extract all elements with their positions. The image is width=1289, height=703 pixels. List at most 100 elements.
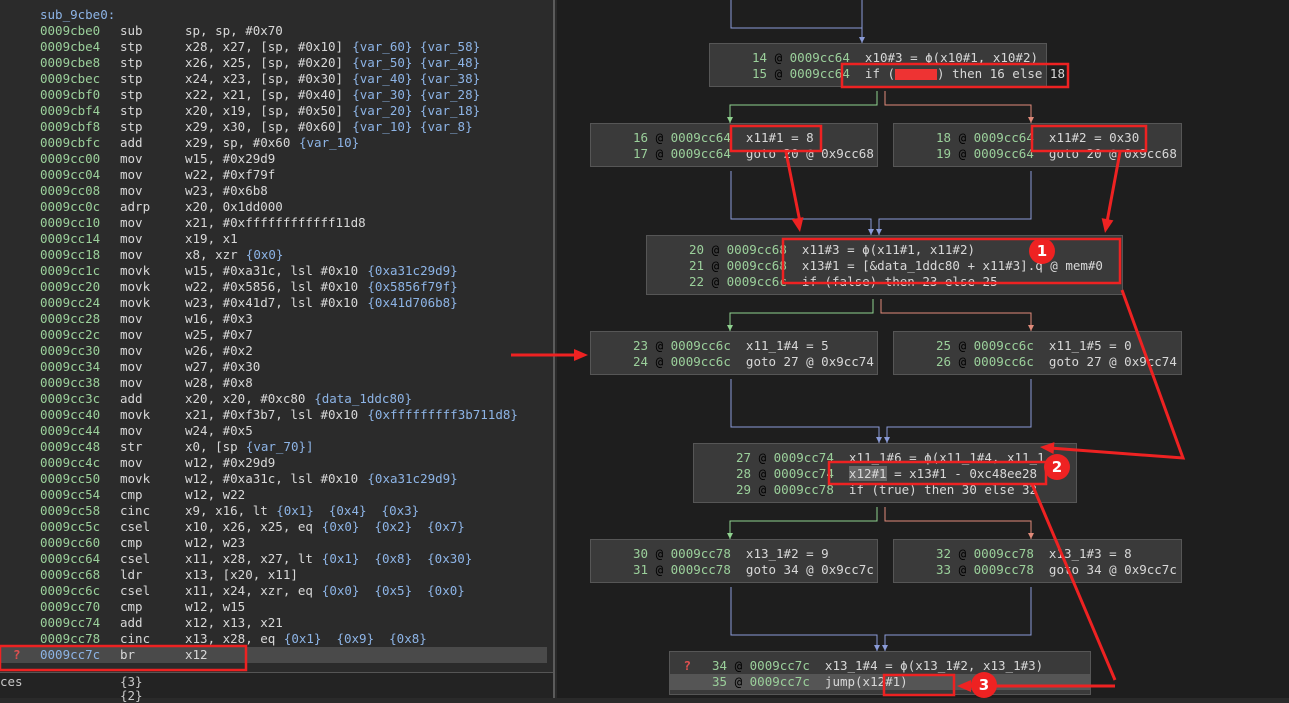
graph-edge-false	[884, 91, 1032, 123]
graph-node-n34[interactable]: ? 34 @ 0009cc7c x13_1#4 = ϕ(x13_1#2, x13_…	[669, 651, 1091, 695]
instruction-address: 0009cc2c	[40, 327, 101, 342]
instruction-annotation: {var_10}	[299, 135, 360, 150]
graph-edge-unconditional	[878, 171, 1032, 235]
il-code: x13_1#4 = ϕ(x13_1#2, x13_1#3)	[824, 658, 1044, 673]
graph-edge-true	[729, 507, 878, 539]
instruction-address: 0009cbf4	[40, 103, 101, 118]
il-index: 25	[936, 338, 952, 353]
instruction-mnemonic: mov	[120, 183, 143, 198]
graph-view[interactable]: 14 @ 0009cc64 x10#3 = ϕ(x10#1, x10#2) 15 …	[557, 0, 1289, 698]
il-index: 17	[633, 146, 649, 161]
instruction-address: 0009cc34	[40, 359, 101, 374]
instruction-mnemonic: csel	[120, 519, 151, 534]
instruction-operands: x26, x25, [sp, #0x20]	[185, 55, 344, 70]
instruction-operands: w15, #0x29d9	[185, 151, 276, 166]
il-row[interactable]: 29 @ 0009cc78 if (true) then 30 else 32	[694, 482, 1076, 498]
instruction-address: 0009cc50	[40, 471, 101, 486]
graph-edge-unconditional	[730, 171, 872, 235]
instruction-address: 0009cc38	[40, 375, 101, 390]
graph-node-n20[interactable]: 20 @ 0009cc68 x11#3 = ϕ(x11#1, x11#2) 21 …	[646, 235, 1123, 295]
il-row[interactable]: 26 @ 0009cc6c goto 27 @ 0x9cc74	[894, 354, 1181, 370]
instruction-mnemonic: str	[120, 439, 143, 454]
highlighted-variable[interactable]: x12#1	[848, 466, 887, 481]
graph-node-n32[interactable]: 32 @ 0009cc78 x13_1#3 = 8 33 @ 0009cc78 g…	[893, 539, 1182, 583]
instruction-operands: w22, #0x5856, lsl #0x10	[185, 279, 359, 294]
instruction-address: 0009cbf0	[40, 87, 101, 102]
graph-edge-false	[880, 299, 1032, 331]
il-row[interactable]: 22 @ 0009cc6c if (false) then 23 else 25	[647, 274, 1122, 290]
graph-node-n14[interactable]: 14 @ 0009cc64 x10#3 = ϕ(x10#1, x10#2) 15 …	[709, 43, 1065, 87]
il-row[interactable]: 21 @ 0009cc68 x13#1 = [&data_1ddc80 + x1…	[647, 258, 1122, 274]
instruction-address: 0009cc44	[40, 423, 101, 438]
il-address: 0009cc6c	[670, 354, 731, 369]
il-row[interactable]: 31 @ 0009cc78 goto 34 @ 0x9cc7c	[591, 562, 877, 578]
instruction-address: 0009cc24	[40, 295, 101, 310]
graph-node-n30[interactable]: 30 @ 0009cc78 x13_1#2 = 9 31 @ 0009cc78 g…	[590, 539, 878, 583]
instruction-mnemonic: movk	[120, 279, 151, 294]
il-row[interactable]: 30 @ 0009cc78 x13_1#2 = 9	[591, 546, 877, 562]
instruction-annotation: {0x1} {0x9} {0x8}	[283, 631, 427, 646]
instruction-mnemonic: cmp	[120, 535, 143, 550]
il-row[interactable]: 20 @ 0009cc68 x11#3 = ϕ(x11#1, x11#2)	[647, 242, 1122, 258]
graph-node-n23[interactable]: 23 @ 0009cc6c x11_1#4 = 5 24 @ 0009cc6c g…	[590, 331, 878, 375]
instruction-address: 0009cc7c	[40, 647, 101, 662]
instruction-mnemonic: mov	[120, 455, 143, 470]
instruction-address: 0009cc5c	[40, 519, 101, 534]
il-code: goto 27 @ 0x9cc74	[745, 354, 874, 369]
il-index: 34	[712, 658, 728, 673]
instruction-address: 0009cc04	[40, 167, 101, 182]
instruction-annotation: {var_30} {var_28}	[352, 87, 481, 102]
instruction-operands: x21, #0xf3b7, lsl #0x10	[185, 407, 359, 422]
instruction-mnemonic: stp	[120, 119, 143, 134]
instruction-operands: w28, #0x8	[185, 375, 253, 390]
il-code: x13_1#3 = 8	[1048, 546, 1132, 561]
il-address: 0009cc78	[670, 562, 731, 577]
graph-node-n16[interactable]: 16 @ 0009cc64 x11#1 = 8 17 @ 0009cc64 got…	[590, 123, 878, 167]
instruction-mnemonic: movk	[120, 263, 151, 278]
il-row[interactable]: 25 @ 0009cc6c x11_1#5 = 0	[894, 338, 1181, 354]
instruction-address: 0009cbe4	[40, 39, 101, 54]
il-code: = x13#1 - 0xc48ee28	[886, 466, 1038, 481]
il-row[interactable]: 14 @ 0009cc64 x10#3 = ϕ(x10#1, x10#2)	[710, 50, 1046, 66]
il-row[interactable]: 27 @ 0009cc74 x11_1#6 = ϕ(x11_1#4, x11_1	[694, 450, 1076, 466]
instruction-address: 0009cc20	[40, 279, 101, 294]
instruction-operands: x12	[185, 647, 208, 662]
instruction-operands: w12, #0x29d9	[185, 455, 276, 470]
function-label-text[interactable]: sub_9cbe0:	[40, 7, 115, 23]
instruction-address: 0009cc74	[40, 615, 101, 630]
il-row[interactable]: 23 @ 0009cc6c x11_1#4 = 5	[591, 338, 877, 354]
instruction-annotation: {var_20} {var_18}	[352, 103, 481, 118]
instruction-operands: w12, w23	[185, 535, 246, 550]
il-row[interactable]: ? 34 @ 0009cc7c x13_1#4 = ϕ(x13_1#2, x13_…	[670, 658, 1090, 674]
il-row[interactable]: 18 @ 0009cc64 x11#2 = 0x30	[894, 130, 1181, 146]
il-row[interactable]: 28 @ 0009cc74 x12#1 = x13#1 - 0xc48ee28	[694, 466, 1076, 482]
il-row[interactable]: 17 @ 0009cc64 goto 20 @ 0x9cc68	[591, 146, 877, 162]
instruction-mnemonic: mov	[120, 215, 143, 230]
current-instruction-row[interactable]: 0009cc7c br x12?	[0, 647, 547, 663]
bottom-panel-row[interactable]: ces {3}	[0, 675, 553, 689]
il-code: x11_1#5 = 0	[1048, 338, 1132, 353]
instruction-operands: x12, x13, x21	[185, 615, 283, 630]
il-row[interactable]: 32 @ 0009cc78 x13_1#3 = 8	[894, 546, 1181, 562]
disassembly-pane[interactable]: sub_9cbe0: 0009cbe0 sub sp, sp, #0x70 0009c…	[0, 0, 555, 703]
il-row[interactable]: 33 @ 0009cc78 goto 34 @ 0x9cc7c	[894, 562, 1181, 578]
bottom-panel-label: ces	[0, 674, 23, 689]
instruction-address: 0009cc64	[40, 551, 101, 566]
il-address: 0009cc6c	[726, 274, 787, 289]
il-row[interactable]: 19 @ 0009cc64 goto 20 @ 0x9cc68	[894, 146, 1181, 162]
graph-node-n18[interactable]: 18 @ 0009cc64 x11#2 = 0x30 19 @ 0009cc64 …	[893, 123, 1182, 167]
il-row[interactable]: 24 @ 0009cc6c goto 27 @ 0x9cc74	[591, 354, 877, 370]
il-address: 0009cc64	[973, 146, 1034, 161]
il-address: 0009cc74	[773, 466, 834, 481]
il-code: x11#2 = 0x30	[1048, 130, 1140, 145]
function-label[interactable]: sub_9cbe0:	[0, 7, 115, 23]
bottom-panel-row[interactable]: {2}	[0, 689, 553, 703]
il-row[interactable]: 15 @ 0009cc64 if () then 16 else 18	[710, 66, 1065, 82]
instruction-operands: x29, sp, #0x60	[185, 135, 291, 150]
current-il-row[interactable]: 35 @ 0009cc7c jump(x12#1)	[670, 674, 1090, 690]
instruction-address: 0009cbec	[40, 71, 101, 86]
il-address: 0009cc6c	[973, 354, 1034, 369]
graph-node-n27[interactable]: 27 @ 0009cc74 x11_1#6 = ϕ(x11_1#4, x11_1…	[693, 443, 1077, 503]
il-row[interactable]: 16 @ 0009cc64 x11#1 = 8	[591, 130, 877, 146]
graph-node-n25[interactable]: 25 @ 0009cc6c x11_1#5 = 0 26 @ 0009cc6c g…	[893, 331, 1182, 375]
